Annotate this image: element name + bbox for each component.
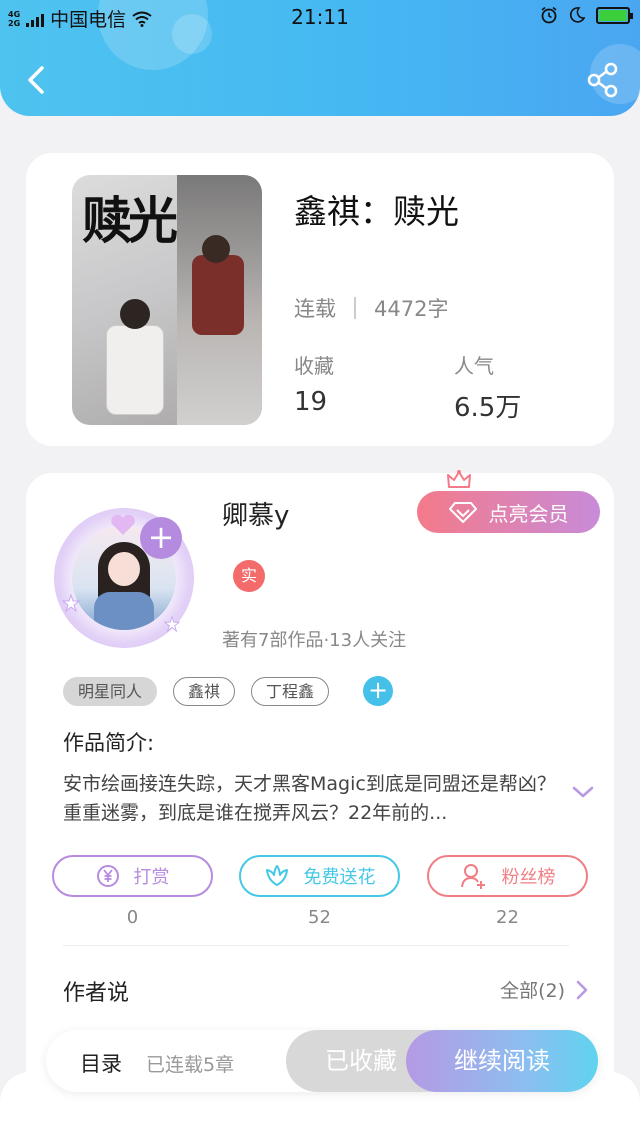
toc-button[interactable]: 目录 xyxy=(80,1048,122,1078)
fans-count: 22 xyxy=(496,907,519,928)
flower-icon xyxy=(265,865,288,886)
cover-head-right xyxy=(202,235,230,263)
yen-icon xyxy=(96,865,119,887)
book-cover[interactable]: 赎光 xyxy=(72,175,262,425)
share-button[interactable] xyxy=(586,62,620,98)
all-count-label: 全部(2) xyxy=(500,980,565,1002)
follow-button[interactable]: + xyxy=(140,517,182,559)
author-name[interactable]: 卿慕y xyxy=(222,495,289,532)
header: 4G 2G 中国电信 21:11 xyxy=(0,0,640,116)
chapter-count: 已连载5章 xyxy=(146,1054,235,1076)
flower-count: 52 xyxy=(308,907,331,928)
status-bar: 4G 2G 中国电信 21:11 xyxy=(0,0,640,34)
alarm-icon xyxy=(541,6,557,24)
cover-head-left xyxy=(120,299,150,329)
divider xyxy=(63,945,569,946)
star-icon xyxy=(62,594,80,612)
moon-icon xyxy=(569,7,586,23)
divider xyxy=(354,297,356,319)
avatar-face xyxy=(108,552,140,586)
continue-reading-button[interactable]: 继续阅读 xyxy=(406,1030,598,1092)
book-status-row: 连载 4472字 xyxy=(294,293,448,323)
bottom-action-bar: 目录 已连载5章 已收藏 继续阅读 xyxy=(46,1030,598,1092)
vip-button[interactable]: 点亮会员 xyxy=(417,491,600,533)
heart-icon xyxy=(111,514,135,535)
send-flower-label: 免费送花 xyxy=(303,867,376,888)
intro-text[interactable]: 安市绘画接连失踪，天才黑客Magic到底是同盟还是帮凶？重重迷雾，到底是谁在搅弄… xyxy=(63,770,563,828)
popularity-label: 人气 xyxy=(454,354,494,378)
tag-list: 明星同人 鑫祺 丁程鑫 + xyxy=(63,676,394,706)
tip-button-label: 打赏 xyxy=(133,867,170,888)
cover-title: 赎光 xyxy=(82,191,178,250)
diamond-icon xyxy=(448,502,477,523)
send-flower-button[interactable]: 免费送花 xyxy=(239,855,400,897)
chevron-right-icon xyxy=(576,980,588,999)
favorites-label: 收藏 xyxy=(294,354,334,378)
favorites-value: 19 xyxy=(294,387,328,417)
verified-badge: 实 xyxy=(233,560,265,592)
expand-intro-button[interactable] xyxy=(570,783,596,805)
fans-rank-button[interactable]: 粉丝榜 xyxy=(427,855,588,897)
author-says-label: 作者说 xyxy=(63,981,130,1006)
fans-rank-label: 粉丝榜 xyxy=(501,867,556,888)
tag-chip[interactable]: 鑫祺 xyxy=(173,676,236,706)
word-count: 4472字 xyxy=(374,297,449,321)
cover-figure-left xyxy=(106,325,164,415)
tip-button[interactable]: 打赏 xyxy=(52,855,213,897)
chevron-left-icon xyxy=(28,66,44,94)
book-title: 鑫祺：赎光 xyxy=(294,192,459,231)
serial-status: 连载 xyxy=(294,297,336,321)
intro-label: 作品简介: xyxy=(63,731,155,755)
tag-chip[interactable]: 明星同人 xyxy=(63,676,158,706)
add-tag-button[interactable]: + xyxy=(363,676,394,706)
author-meta: 著有7部作品·13人关注 xyxy=(222,630,407,651)
tip-count: 0 xyxy=(126,907,139,928)
avatar-body xyxy=(94,592,154,630)
author-says-all-link[interactable]: 全部(2) xyxy=(500,976,589,1003)
book-info-card: 赎光 鑫祺：赎光 连载 4472字 收藏 19 人气 6.5万 xyxy=(26,153,614,446)
share-icon xyxy=(587,62,618,98)
battery-icon xyxy=(596,6,633,24)
tag-chip[interactable]: 丁程鑫 xyxy=(251,676,330,706)
back-button[interactable] xyxy=(20,60,54,100)
chevron-down-icon xyxy=(572,786,594,798)
crown-icon xyxy=(447,470,471,488)
cover-figure-right xyxy=(192,255,244,335)
popularity-value: 6.5万 xyxy=(454,393,522,423)
star-icon xyxy=(164,616,180,632)
vip-button-label: 点亮会员 xyxy=(488,501,569,526)
fans-icon xyxy=(460,864,485,889)
